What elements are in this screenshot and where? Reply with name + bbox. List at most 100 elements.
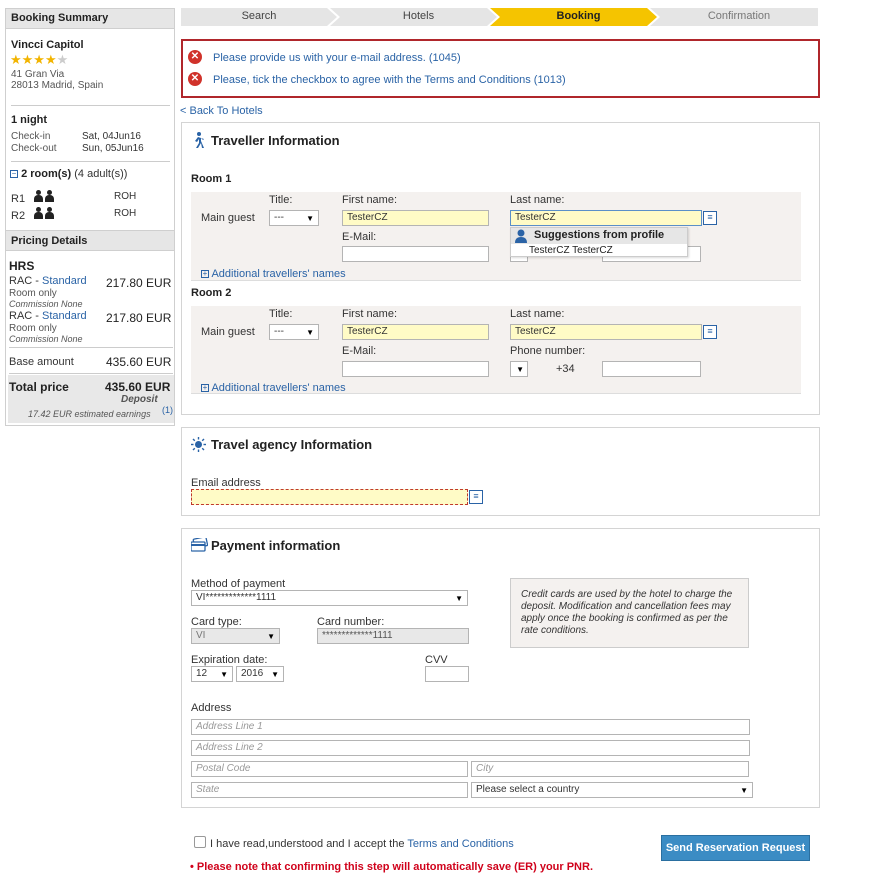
expiry-month-select[interactable]: 12 ▼ — [191, 666, 233, 682]
email-input[interactable] — [342, 246, 489, 262]
card-type-value: VI — [196, 630, 206, 641]
main-guest-label: Main guest — [201, 212, 255, 224]
hotel-address-line1: 41 Gran Via — [11, 69, 65, 80]
title-label: Title: — [269, 194, 293, 206]
dropdown-arrow-icon: ▼ — [267, 632, 275, 641]
rate-type-link[interactable]: Standard — [42, 310, 87, 322]
agency-email-input[interactable] — [191, 489, 468, 505]
base-amount-label: Base amount — [9, 356, 74, 368]
dropdown-arrow-icon: ▼ — [455, 594, 463, 603]
error-icon: ✕ — [188, 50, 202, 64]
address-line1-input[interactable]: Address Line 1 — [191, 719, 750, 735]
base-amount-value: 435.60 EUR — [106, 355, 172, 369]
agency-email-label: Email address — [191, 477, 261, 489]
error-message: Please provide us with your e-mail addre… — [213, 52, 461, 64]
card-type-label: Card type: — [191, 616, 242, 628]
first-name-input[interactable]: TesterCZ — [342, 324, 489, 340]
expand-icon: + — [201, 383, 209, 393]
rate-type-link[interactable]: Standard — [42, 275, 87, 287]
card-number-input[interactable]: *************1111 — [317, 628, 469, 644]
rate-commission: Commission None — [9, 299, 83, 309]
city-input[interactable]: City — [471, 761, 749, 777]
last-name-input[interactable]: TesterCZ — [510, 324, 702, 340]
nights: 1 night — [11, 114, 48, 126]
payment-method-select[interactable]: VI*************1111 ▼ — [191, 590, 468, 606]
profile-list-icon[interactable]: ≡ — [469, 490, 483, 504]
step-hotels: Hotels — [402, 10, 435, 22]
country-select[interactable]: Please select a country ▼ — [471, 782, 753, 798]
expiry-year-select[interactable]: 2016 ▼ — [236, 666, 284, 682]
additional-travellers-toggle[interactable]: + Additional travellers' names — [201, 382, 346, 394]
rate-price: 217.80 EUR — [106, 276, 172, 290]
earnings-note[interactable]: (1) — [162, 405, 173, 415]
terms-text: I have read,understood and I accept the … — [210, 838, 514, 850]
rate-board: Room only — [9, 323, 57, 334]
rate-sep: - — [32, 275, 43, 287]
payment-title: Payment information — [211, 538, 341, 553]
last-name-label: Last name: — [510, 308, 565, 320]
accept-text: I have read,understood and I accept the — [210, 838, 408, 850]
step-search: Search — [241, 10, 277, 22]
divider — [11, 105, 170, 106]
rate-price: 217.80 EUR — [106, 311, 172, 325]
expiry-year-value: 2016 — [241, 668, 264, 679]
last-name-input[interactable]: TesterCZ — [510, 210, 702, 226]
rate-line: RAC - Standard — [9, 275, 87, 287]
rooms-toggle[interactable]: − 2 room(s) (4 adult(s)) — [10, 168, 127, 180]
pnr-warning: • Please note that confirming this step … — [190, 861, 593, 873]
user-icon — [515, 229, 527, 243]
send-reservation-button[interactable]: Send Reservation Request — [661, 835, 810, 861]
terms-link[interactable]: Terms and Conditions — [407, 838, 513, 850]
adults-icon — [34, 207, 56, 222]
address-label: Address — [191, 702, 232, 714]
card-number-label: Card number: — [317, 616, 385, 628]
method-label: Method of payment — [191, 578, 286, 590]
suggestion-item[interactable]: TesterCZ TesterCZ — [529, 245, 613, 256]
hotel-stars: ★★★★★ — [10, 53, 68, 67]
profile-list-icon[interactable]: ≡ — [703, 211, 717, 225]
error-box: ✕ Please provide us with your e-mail add… — [181, 39, 820, 98]
room-row: R2 — [11, 207, 56, 222]
room-code: ROH — [114, 191, 137, 202]
first-name-input[interactable]: TesterCZ — [342, 210, 489, 226]
back-to-hotels-link[interactable]: < Back To Hotels — [180, 105, 263, 117]
rate-commission: Commission None — [9, 334, 83, 344]
dropdown-arrow-icon: ▼ — [740, 786, 748, 795]
rate-sep: - — [32, 310, 43, 322]
additional-travellers-label: Additional travellers' names — [211, 268, 346, 280]
room-row: R1 — [11, 190, 56, 205]
rooms-adults: (4 adult(s)) — [74, 168, 128, 180]
title-select[interactable]: --- ▼ — [269, 210, 319, 226]
title-select-value: --- — [274, 326, 284, 337]
step-booking: Booking — [556, 10, 601, 22]
hotel-name: Vincci Capitol — [11, 39, 84, 51]
phone-country-select[interactable]: ▼ — [510, 361, 528, 377]
address-line2-input[interactable]: Address Line 2 — [191, 740, 750, 756]
room-code: ROH — [114, 208, 137, 219]
country-select-value: Please select a country — [476, 784, 580, 795]
cvv-input[interactable] — [425, 666, 469, 682]
checkin-label: Check-in — [11, 131, 51, 142]
checkin-value: Sat, 04Jun16 — [82, 131, 141, 142]
dropdown-arrow-icon: ▼ — [220, 670, 228, 679]
divider — [9, 373, 173, 374]
card-type-select[interactable]: VI ▼ — [191, 628, 280, 644]
suggestions-dropdown: Suggestions from profile TesterCZ Tester… — [510, 227, 688, 257]
step-confirmation: Confirmation — [707, 10, 771, 22]
additional-travellers-toggle[interactable]: + Additional travellers' names — [201, 268, 346, 280]
collapse-icon[interactable]: − — [10, 170, 18, 179]
terms-checkbox[interactable] — [194, 836, 206, 848]
first-name-label: First name: — [342, 194, 398, 206]
progress-steps: Search Hotels Booking Confirmation — [181, 8, 818, 26]
pricing-header: Pricing Details — [6, 230, 174, 251]
title-select[interactable]: --- ▼ — [269, 324, 319, 340]
email-input[interactable] — [342, 361, 489, 377]
rate-code: RAC — [9, 275, 33, 287]
postal-code-input[interactable]: Postal Code — [191, 761, 468, 777]
phone-input[interactable] — [602, 361, 701, 377]
profile-list-icon[interactable]: ≡ — [703, 325, 717, 339]
dropdown-arrow-icon: ▼ — [516, 365, 524, 374]
room-id: R1 — [11, 193, 26, 205]
state-input[interactable]: State — [191, 782, 468, 798]
adults-icon — [34, 190, 56, 205]
